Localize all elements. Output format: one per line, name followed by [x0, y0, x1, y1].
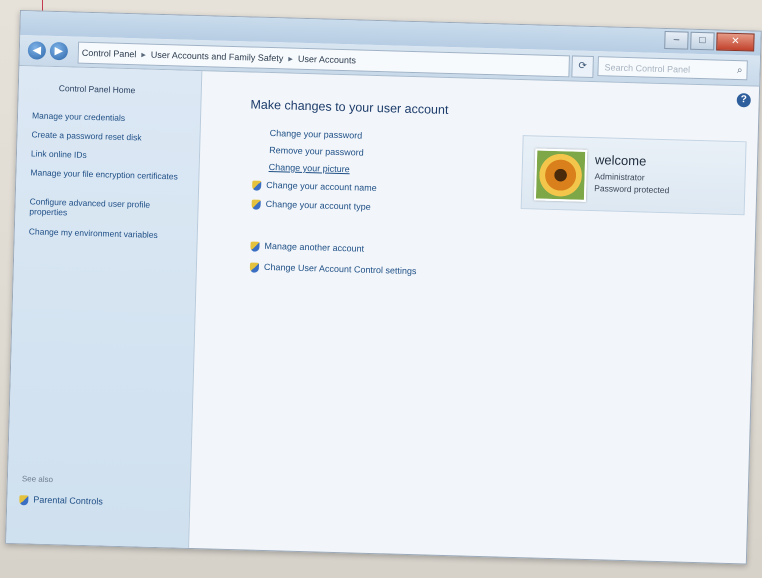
page-title: Make changes to your user account: [250, 97, 449, 117]
breadcrumb-separator-icon: ▸: [141, 49, 147, 60]
shield-icon: [252, 180, 262, 191]
password-status: Password protected: [594, 183, 670, 196]
breadcrumb-user-accounts[interactable]: User Accounts: [295, 49, 360, 71]
manage-another-account-link[interactable]: Manage another account: [250, 241, 364, 255]
parental-controls-link[interactable]: Parental Controls: [19, 494, 103, 507]
manage-another-account-label: Manage another account: [264, 240, 365, 254]
sidebar-item-user-profile-properties[interactable]: Configure advanced user profile properti…: [29, 196, 189, 220]
sidebar-item-manage-credentials[interactable]: Manage your credentials: [32, 110, 192, 124]
refresh-button[interactable]: ⟳: [571, 55, 594, 79]
back-button[interactable]: ◀: [27, 41, 47, 60]
help-icon[interactable]: ?: [736, 93, 751, 108]
change-account-type-link[interactable]: Change your account type: [251, 198, 371, 213]
user-accounts-window: – □ ✕ ◀ ▶ Control Panel ▸ User Accounts an…: [5, 10, 762, 565]
uac-settings-label: Change User Account Control settings: [263, 261, 417, 277]
control-panel-home-link[interactable]: Control Panel Home: [59, 83, 219, 97]
see-also-label: See also: [21, 474, 54, 485]
breadcrumb-control-panel[interactable]: Control Panel: [79, 43, 140, 65]
breadcrumb-user-accounts-family-safety[interactable]: User Accounts and Family Safety: [148, 45, 287, 69]
uac-settings-link[interactable]: Change User Account Control settings: [249, 261, 417, 277]
close-button[interactable]: ✕: [716, 32, 755, 52]
shield-icon: [251, 199, 261, 210]
sidebar-item-file-encryption[interactable]: Manage your file encryption certificates: [30, 167, 190, 181]
sidebar-item-password-reset-disk[interactable]: Create a password reset disk: [31, 129, 191, 143]
user-role: Administrator: [594, 171, 645, 183]
sidebar-item-environment-variables[interactable]: Change my environment variables: [29, 226, 189, 240]
change-picture-link[interactable]: Change your picture: [269, 162, 350, 174]
user-account-card: welcome Administrator Password protected: [520, 135, 747, 216]
window-controls: – □ ✕: [664, 31, 755, 52]
sidebar-item-link-online-ids[interactable]: Link online IDs: [31, 148, 191, 162]
avatar[interactable]: [533, 148, 588, 202]
search-input[interactable]: Search Control Panel ⌕: [597, 56, 748, 81]
breadcrumb-separator-icon: ▸: [288, 53, 294, 64]
search-icon[interactable]: ⌕: [737, 61, 743, 81]
search-placeholder: Search Control Panel: [604, 62, 691, 75]
user-name: welcome: [594, 152, 647, 169]
remove-password-link[interactable]: Remove your password: [269, 145, 364, 158]
parental-controls-label: Parental Controls: [33, 494, 103, 507]
shield-icon: [250, 241, 260, 252]
forward-button[interactable]: ▶: [49, 41, 69, 61]
shield-icon: [249, 262, 260, 273]
change-account-name-label: Change your account name: [266, 179, 377, 194]
task-pane: Control Panel Home Manage your credentia…: [6, 66, 203, 548]
change-password-link[interactable]: Change your password: [270, 128, 363, 141]
shield-icon: [19, 494, 29, 506]
change-account-name-link[interactable]: Change your account name: [252, 180, 377, 194]
minimize-button[interactable]: –: [664, 31, 689, 50]
maximize-button[interactable]: □: [690, 31, 715, 51]
change-account-type-label: Change your account type: [265, 198, 371, 212]
